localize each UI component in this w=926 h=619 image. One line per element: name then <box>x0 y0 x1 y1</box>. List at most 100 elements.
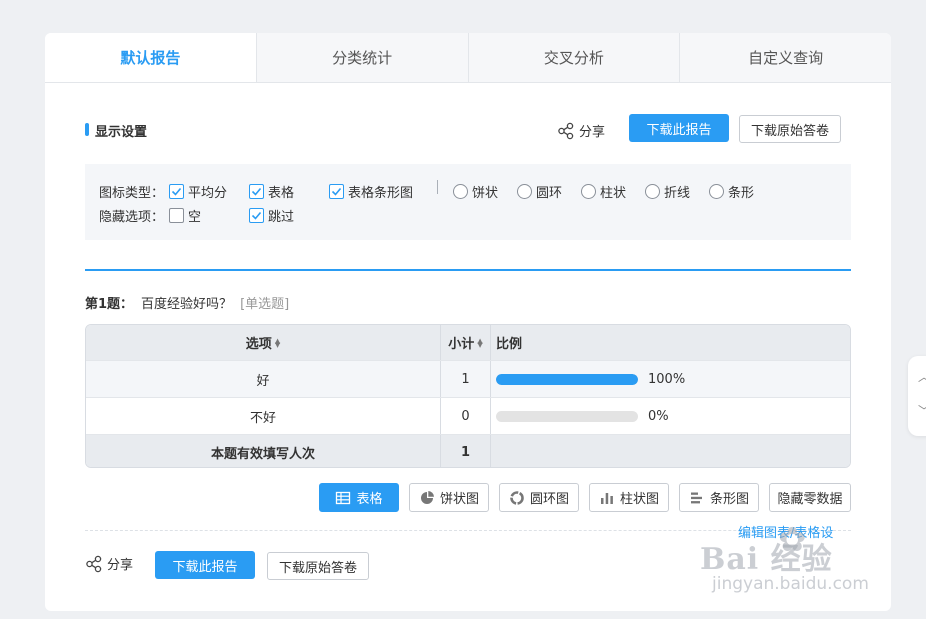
view-table-button[interactable]: 表格 <box>319 483 399 512</box>
footer-download-report-button[interactable]: 下载此报告 <box>155 551 255 579</box>
view-bar-button[interactable]: 条形图 <box>679 483 759 512</box>
option-hide-skipped[interactable]: 跳过 <box>249 206 294 225</box>
ratio-bar-fill <box>496 373 638 385</box>
tab-category-stats[interactable]: 分类统计 <box>255 33 468 82</box>
option-column[interactable]: 柱状 <box>581 182 626 201</box>
option-label: 空 <box>188 210 202 225</box>
chart-type-label: 图标类型： <box>99 185 165 201</box>
sort-icon: ▲ ▼ <box>477 336 483 349</box>
checkbox-icon <box>169 208 184 223</box>
option-hide-empty[interactable]: 空 <box>169 206 201 225</box>
download-raw-button[interactable]: 下载原始答卷 <box>739 115 841 143</box>
report-tabs: 默认报告 分类统计 交叉分析 自定义查询 <box>45 33 891 83</box>
radio-icon <box>709 184 724 199</box>
chevron-up-icon: ︿ <box>918 368 926 385</box>
checkbox-checked-icon <box>169 184 184 199</box>
hide-options-label: 隐藏选项： <box>99 209 165 225</box>
total-ratio <box>491 435 850 467</box>
share-icon <box>86 555 102 572</box>
footer-download-raw-button[interactable]: 下载原始答卷 <box>267 552 369 580</box>
cell-ratio: 100% <box>491 361 850 397</box>
watermark-logo: Bai 经验 <box>700 542 833 577</box>
table-row: 好 1 100% <box>86 360 850 397</box>
share-label: 分享 <box>107 558 134 573</box>
question-number: 第1题： <box>85 297 134 312</box>
option-table[interactable]: 表格 <box>249 182 294 201</box>
checkbox-checked-icon <box>329 184 344 199</box>
total-label: 本题有效填写人次 <box>86 435 441 467</box>
table-row: 不好 0 0% <box>86 397 850 434</box>
ratio-percent: 100% <box>648 371 686 387</box>
display-settings-title: 显示设置 <box>85 121 147 140</box>
option-pie[interactable]: 饼状 <box>453 182 498 201</box>
option-label: 表格 <box>268 186 295 201</box>
view-button-label: 柱状图 <box>619 492 659 507</box>
option-average[interactable]: 平均分 <box>169 182 227 201</box>
view-column-button[interactable]: 柱状图 <box>589 483 669 512</box>
section-divider <box>85 269 851 271</box>
question-text: 百度经验好吗？ <box>141 297 233 312</box>
cell-ratio: 0% <box>491 398 850 434</box>
pie-icon <box>420 490 434 504</box>
share-icon <box>558 122 574 139</box>
checkbox-checked-icon <box>249 184 264 199</box>
header-ratio: 比例 <box>491 325 850 360</box>
option-table-bar[interactable]: 表格条形图 <box>329 182 413 201</box>
column-icon <box>600 492 613 504</box>
display-settings-header: 显示设置 分享 下载此报告 下载原始答卷 <box>85 114 851 145</box>
cell-option: 不好 <box>86 398 441 434</box>
tab-cross-analysis[interactable]: 交叉分析 <box>467 33 680 82</box>
header-label: 选项 <box>245 337 272 352</box>
option-label: 柱状 <box>600 186 627 201</box>
question-type: [单选题] <box>240 297 290 312</box>
cell-option: 好 <box>86 361 441 397</box>
tab-custom-query[interactable]: 自定义查询 <box>679 33 891 82</box>
share-button[interactable]: 分享 <box>557 121 605 140</box>
ratio-percent: 0% <box>648 408 669 424</box>
option-label: 平均分 <box>188 186 228 201</box>
header-label: 比例 <box>496 337 523 352</box>
question-title: 第1题： 百度经验好吗？ [单选题] <box>85 293 289 312</box>
table-header: 选项 ▲ ▼ 小计 ▲ ▼ 比例 <box>86 325 850 360</box>
radio-icon <box>517 184 532 199</box>
radio-icon <box>645 184 660 199</box>
option-label: 表格条形图 <box>348 186 414 201</box>
divider <box>437 180 438 194</box>
share-label: 分享 <box>579 125 606 140</box>
download-report-button[interactable]: 下载此报告 <box>629 114 729 142</box>
cell-count: 0 <box>441 398 491 434</box>
view-button-label: 条形图 <box>709 492 749 507</box>
option-donut[interactable]: 圆环 <box>517 182 562 201</box>
option-label: 饼状 <box>472 186 499 201</box>
view-button-label: 表格 <box>356 492 383 507</box>
settings-panel: 图标类型： 平均分 表格 表格条形图 饼状 圆环 柱状 折线 条形 隐藏选项： … <box>85 164 851 240</box>
watermark: ✿ Bai 经验 jingyan.baidu.com <box>700 520 880 600</box>
bar-icon <box>690 492 702 503</box>
total-count: 1 <box>441 435 491 467</box>
sort-icon: ▲ ▼ <box>274 336 281 349</box>
side-scroll-handle[interactable]: ︿ ﹀ <box>908 356 926 436</box>
view-pie-button[interactable]: 饼状图 <box>409 483 489 512</box>
cell-count: 1 <box>441 361 491 397</box>
header-label: 小计 <box>448 337 475 352</box>
radio-icon <box>581 184 596 199</box>
donut-icon <box>510 490 524 505</box>
table-total-row: 本题有效填写人次 1 <box>86 434 850 467</box>
tab-default-report[interactable]: 默认报告 <box>45 33 256 82</box>
option-line[interactable]: 折线 <box>645 182 690 201</box>
radio-icon <box>453 184 468 199</box>
view-button-label: 饼状图 <box>439 492 479 507</box>
header-subtotal[interactable]: 小计 ▲ ▼ <box>441 325 491 360</box>
view-donut-button[interactable]: 圆环图 <box>499 483 579 512</box>
option-label: 折线 <box>664 186 691 201</box>
watermark-url: jingyan.baidu.com <box>712 574 869 594</box>
option-bar[interactable]: 条形 <box>709 182 754 201</box>
hide-zero-data-button[interactable]: 隐藏零数据 <box>769 483 851 512</box>
header-option[interactable]: 选项 ▲ ▼ <box>86 325 441 360</box>
chevron-down-icon: ﹀ <box>918 402 926 419</box>
footer-share-button[interactable]: 分享 <box>85 554 133 573</box>
view-button-label: 隐藏零数据 <box>777 492 843 507</box>
view-button-label: 圆环图 <box>529 492 569 507</box>
option-label: 条形 <box>728 186 755 201</box>
table-icon <box>336 491 351 504</box>
